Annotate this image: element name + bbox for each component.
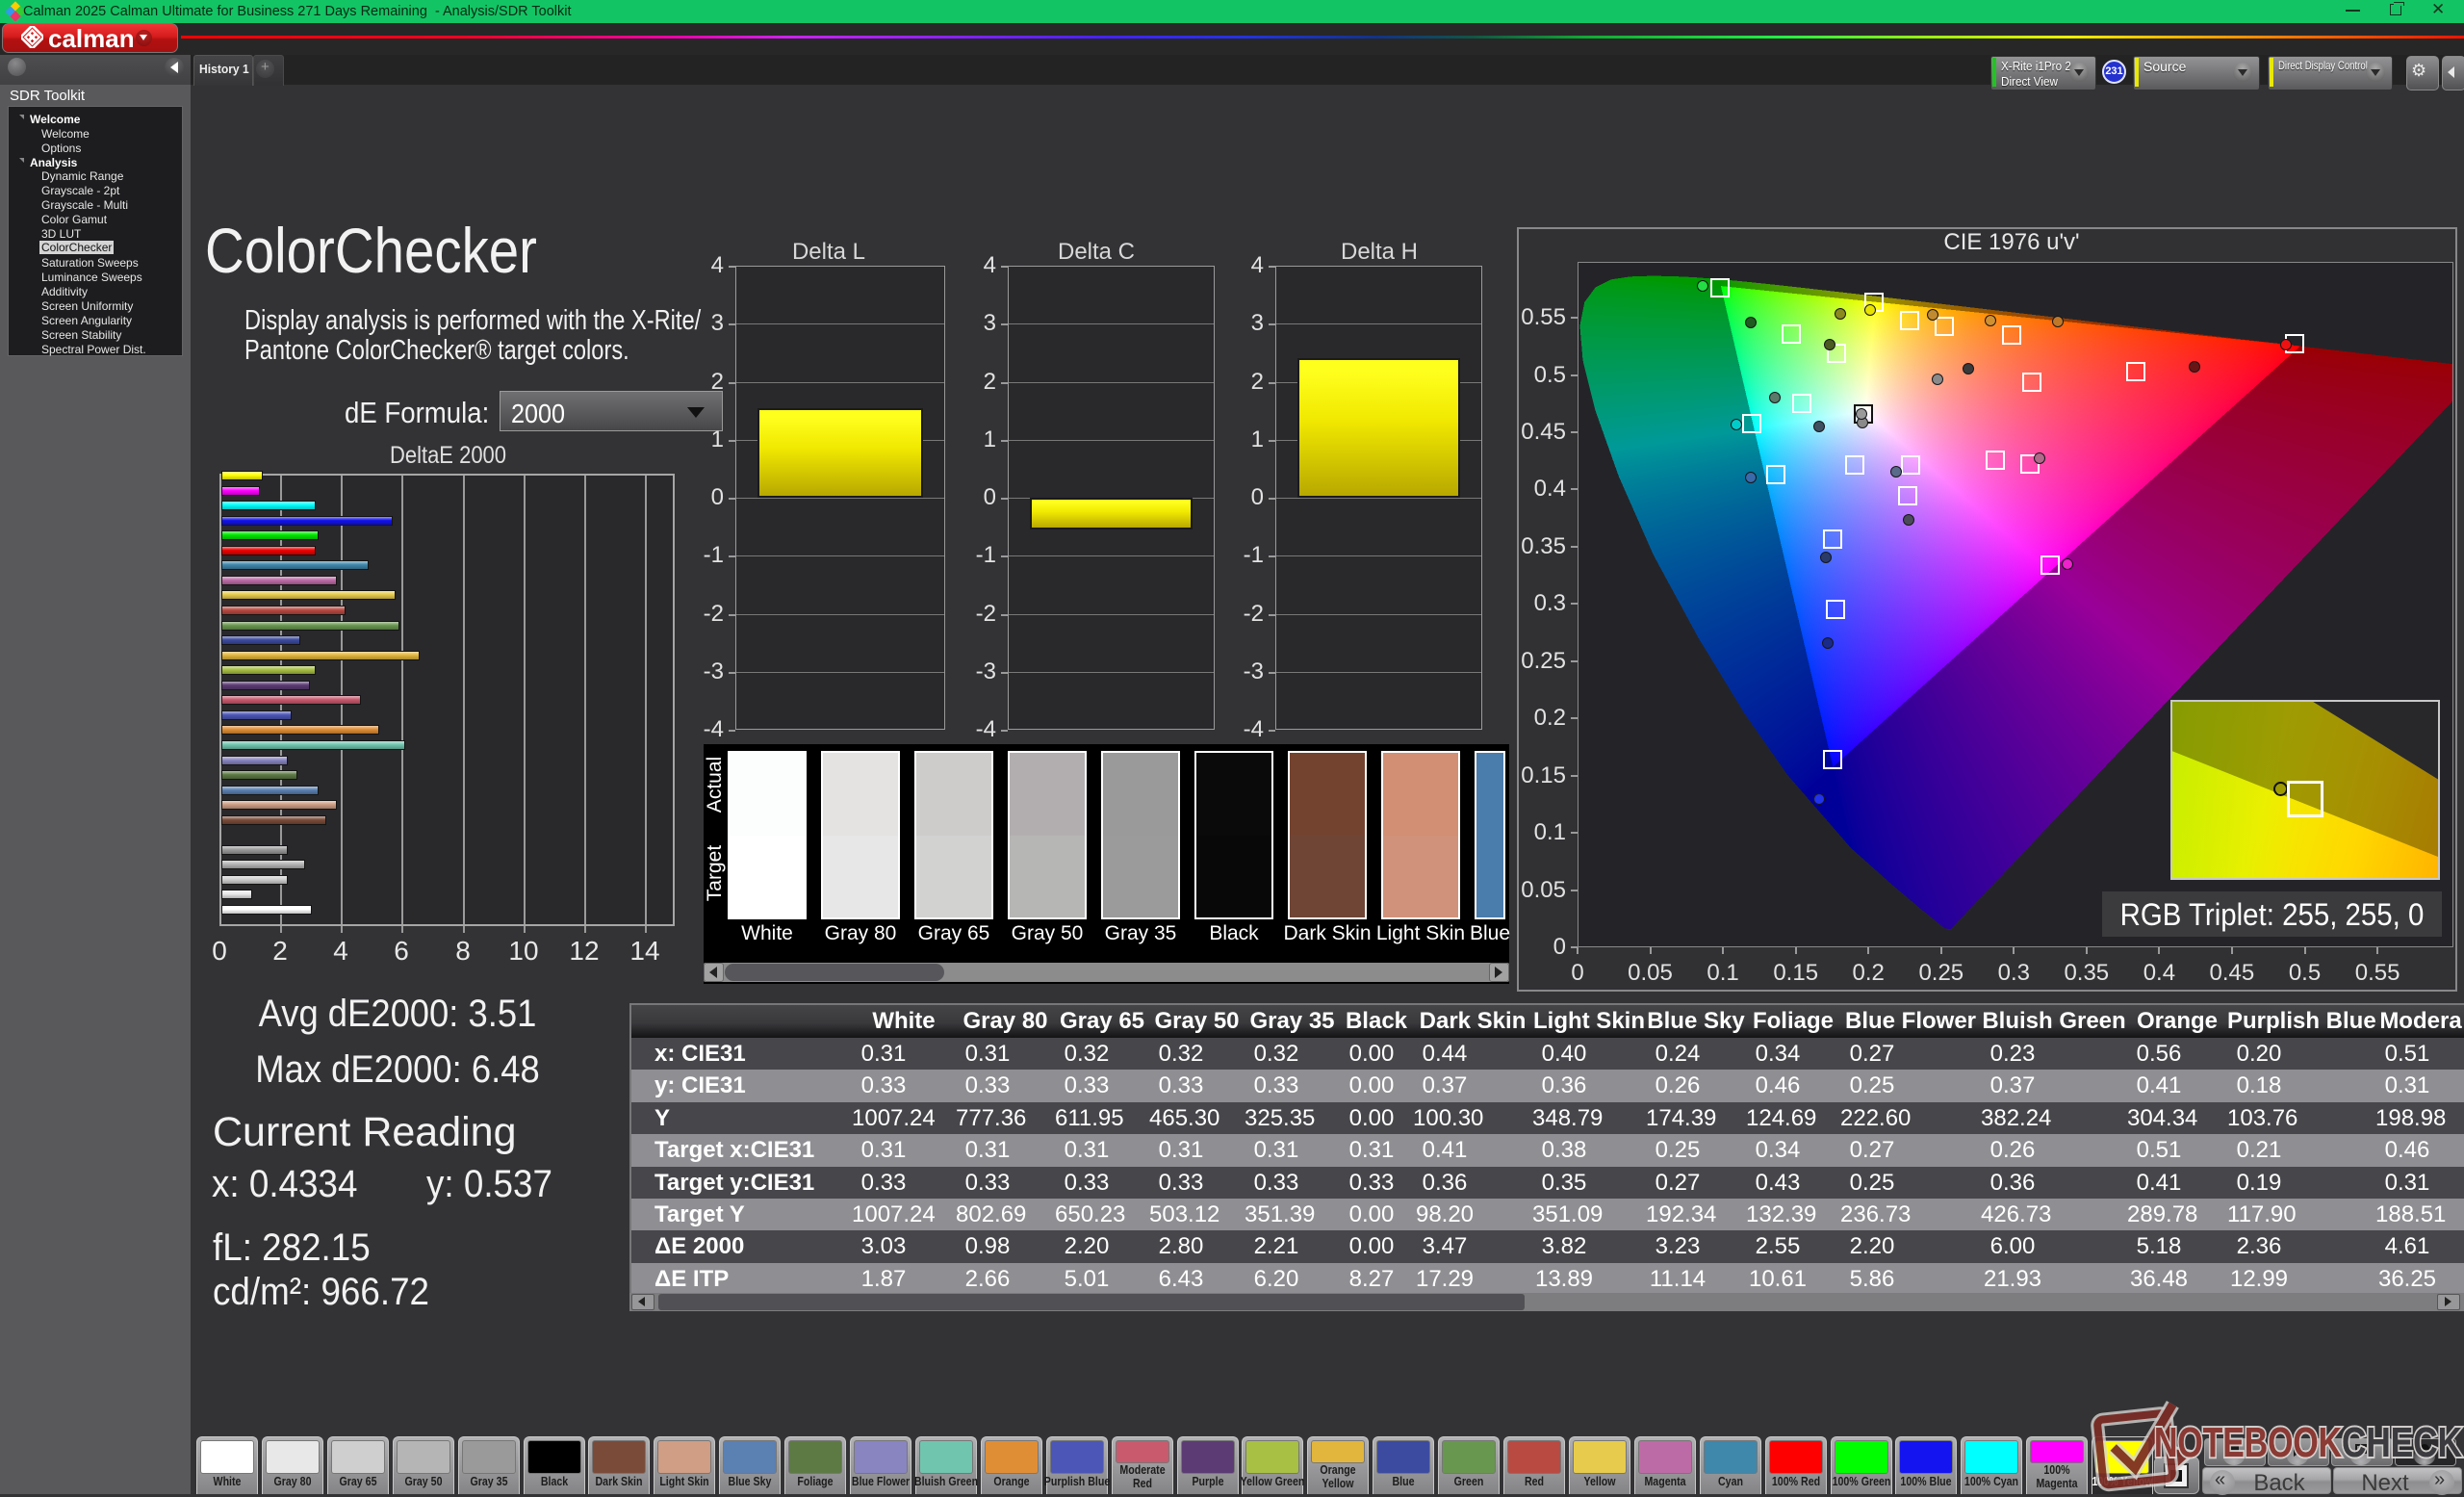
svg-text:CHECK: CHECK — [2342, 1419, 2462, 1466]
svg-text:NOTEBOOK: NOTEBOOK — [2154, 1419, 2342, 1466]
